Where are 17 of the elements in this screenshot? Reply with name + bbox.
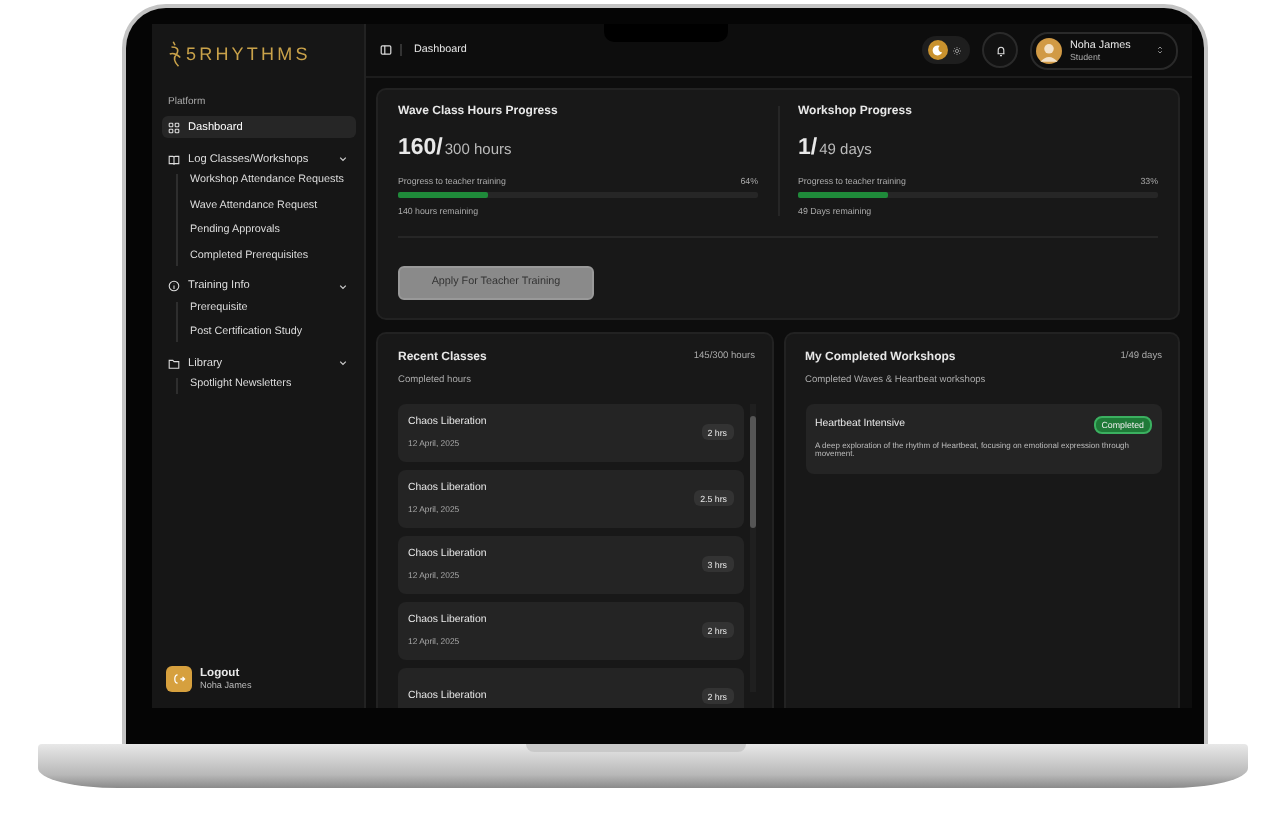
brand-name: 5RHYTHMS bbox=[186, 44, 311, 64]
notifications-button[interactable] bbox=[982, 32, 1018, 68]
theme-toggle[interactable] bbox=[922, 36, 970, 64]
sidebar-toggle-icon[interactable] bbox=[380, 44, 402, 56]
folder-icon bbox=[168, 357, 180, 370]
grid-icon bbox=[168, 121, 180, 133]
dancer-logo-icon bbox=[166, 40, 184, 68]
book-icon bbox=[168, 153, 180, 165]
updown-chevron-icon bbox=[1154, 44, 1166, 56]
avatar-icon bbox=[1036, 37, 1062, 63]
moon-icon bbox=[928, 40, 948, 60]
info-icon bbox=[168, 280, 180, 293]
bell-icon bbox=[993, 43, 1007, 57]
scrollbar[interactable] bbox=[749, 403, 755, 691]
sun-icon bbox=[952, 45, 962, 55]
logout-button[interactable] bbox=[166, 666, 192, 692]
logout-icon bbox=[172, 672, 186, 686]
